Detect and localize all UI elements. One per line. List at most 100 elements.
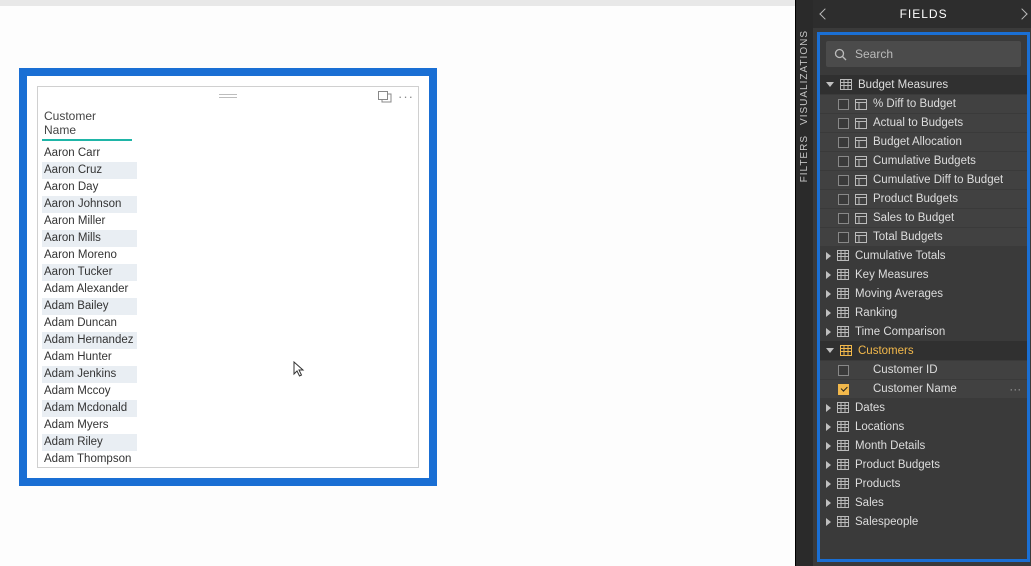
fields-field-item[interactable]: Customer ID··· bbox=[820, 360, 1027, 379]
table-row[interactable]: Aaron Moreno bbox=[42, 247, 137, 264]
fields-table-item[interactable]: Month Details bbox=[820, 436, 1027, 455]
field-checkbox[interactable] bbox=[838, 365, 849, 376]
table-row[interactable]: Adam Hernandez bbox=[42, 332, 137, 349]
table-label: Time Comparison bbox=[855, 326, 1021, 338]
visual-header[interactable]: ··· bbox=[38, 87, 418, 105]
fields-table-item[interactable]: Budget Measures bbox=[820, 75, 1027, 94]
fields-pane-body[interactable]: Budget Measures % Diff to Budget···Actual… bbox=[817, 32, 1030, 562]
table-row[interactable]: Adam Hunter bbox=[42, 349, 137, 366]
table-label: Products bbox=[855, 478, 1021, 490]
fields-field-item[interactable]: Cumulative Diff to Budget··· bbox=[820, 170, 1027, 189]
table-row[interactable]: Adam Thompson bbox=[42, 451, 137, 467]
fields-pane: FIELDS Budget Measures % Diff to Budget··… bbox=[813, 0, 1031, 566]
field-label: Total Budgets bbox=[873, 231, 1003, 243]
table-row[interactable]: Adam Bailey bbox=[42, 298, 137, 315]
expand-caret-icon[interactable] bbox=[826, 404, 831, 412]
expand-caret-icon[interactable] bbox=[826, 82, 834, 87]
fields-field-item[interactable]: % Diff to Budget··· bbox=[820, 94, 1027, 113]
table-row[interactable]: Adam Myers bbox=[42, 417, 137, 434]
field-checkbox[interactable] bbox=[838, 99, 849, 110]
fields-field-item[interactable]: Customer Name ··· bbox=[820, 379, 1027, 398]
focus-mode-icon[interactable] bbox=[378, 91, 392, 103]
column-header[interactable]: Customer Name bbox=[42, 105, 132, 141]
field-checkbox[interactable] bbox=[838, 175, 849, 186]
fields-table-item[interactable]: Key Measures bbox=[820, 265, 1027, 284]
drag-grip-icon[interactable] bbox=[219, 94, 237, 98]
field-more-icon[interactable]: ··· bbox=[1009, 382, 1021, 396]
fields-table-item[interactable]: Dates bbox=[820, 398, 1027, 417]
table-label: Customers bbox=[858, 345, 1021, 357]
table-row[interactable]: Adam Mccoy bbox=[42, 383, 137, 400]
fields-table-item[interactable]: Product Budgets bbox=[820, 455, 1027, 474]
expand-caret-icon[interactable] bbox=[826, 518, 831, 526]
field-checkbox[interactable] bbox=[838, 232, 849, 243]
table-row[interactable]: Aaron Johnson bbox=[42, 196, 137, 213]
table-row[interactable]: Aaron Day bbox=[42, 179, 137, 196]
fields-table-item[interactable]: Time Comparison bbox=[820, 322, 1027, 341]
fields-table-item[interactable]: Products bbox=[820, 474, 1027, 493]
fields-table-item[interactable]: Customers bbox=[820, 341, 1027, 360]
fields-table-item[interactable]: Cumulative Totals bbox=[820, 246, 1027, 265]
table-row[interactable]: Aaron Carr bbox=[42, 145, 137, 162]
table-row[interactable]: Aaron Miller bbox=[42, 213, 137, 230]
fields-field-item[interactable]: Sales to Budget··· bbox=[820, 208, 1027, 227]
expand-caret-icon[interactable] bbox=[826, 290, 831, 298]
field-checkbox[interactable] bbox=[838, 194, 849, 205]
field-checkbox[interactable] bbox=[838, 118, 849, 129]
table-label: Sales bbox=[855, 497, 1021, 509]
expand-caret-icon[interactable] bbox=[826, 442, 831, 450]
fields-pane-header[interactable]: FIELDS bbox=[813, 0, 1031, 28]
field-label: Customer Name bbox=[873, 383, 1003, 395]
table-label: Key Measures bbox=[855, 269, 1021, 281]
expand-caret-icon[interactable] bbox=[826, 423, 831, 431]
collapsed-panes-rail[interactable]: VISUALIZATIONS FILTERS bbox=[795, 0, 813, 566]
fields-search-input[interactable] bbox=[855, 47, 1013, 61]
fields-table-item[interactable]: Ranking bbox=[820, 303, 1027, 322]
table-label: Budget Measures bbox=[858, 79, 1021, 91]
chevron-right-icon[interactable] bbox=[1017, 8, 1028, 19]
visualizations-pane-toggle[interactable]: VISUALIZATIONS bbox=[799, 30, 810, 125]
filters-pane-toggle[interactable]: FILTERS bbox=[799, 135, 810, 182]
expand-caret-icon[interactable] bbox=[826, 252, 831, 260]
expand-caret-icon[interactable] bbox=[826, 328, 831, 336]
expand-caret-icon[interactable] bbox=[826, 461, 831, 469]
fields-field-item[interactable]: Total Budgets··· bbox=[820, 227, 1027, 246]
measure-icon bbox=[855, 174, 867, 186]
fields-field-item[interactable]: Budget Allocation··· bbox=[820, 132, 1027, 151]
table-row[interactable]: Adam Mcdonald bbox=[42, 400, 137, 417]
fields-table-item[interactable]: Salespeople bbox=[820, 512, 1027, 531]
field-checkbox[interactable] bbox=[838, 384, 849, 395]
chevron-left-icon[interactable] bbox=[819, 8, 830, 19]
table-body-scroll[interactable]: Customer Name Aaron CarrAaron CruzAaron … bbox=[38, 105, 418, 467]
expand-caret-icon[interactable] bbox=[826, 499, 831, 507]
table-visual[interactable]: ··· Customer Name Aaron CarrAaron CruzAa… bbox=[37, 86, 419, 468]
field-checkbox[interactable] bbox=[838, 156, 849, 167]
expand-caret-icon[interactable] bbox=[826, 480, 831, 488]
fields-search[interactable] bbox=[826, 41, 1021, 67]
fields-field-item[interactable]: Cumulative Budgets··· bbox=[820, 151, 1027, 170]
fields-field-item[interactable]: Product Budgets··· bbox=[820, 189, 1027, 208]
table-row[interactable]: Aaron Tucker bbox=[42, 264, 137, 281]
report-canvas[interactable]: ··· Customer Name Aaron CarrAaron CruzAa… bbox=[0, 6, 795, 566]
table-row[interactable]: Adam Jenkins bbox=[42, 366, 137, 383]
more-options-icon[interactable]: ··· bbox=[398, 89, 414, 104]
visual-selection-frame[interactable]: ··· Customer Name Aaron CarrAaron CruzAa… bbox=[19, 68, 437, 486]
field-checkbox[interactable] bbox=[838, 213, 849, 224]
fields-table-item[interactable]: Locations bbox=[820, 417, 1027, 436]
fields-field-item[interactable]: Actual to Budgets··· bbox=[820, 113, 1027, 132]
table-row[interactable]: Aaron Mills bbox=[42, 230, 137, 247]
table-row[interactable]: Adam Alexander bbox=[42, 281, 137, 298]
fields-table-item[interactable]: Sales bbox=[820, 493, 1027, 512]
fields-table-item[interactable]: Moving Averages bbox=[820, 284, 1027, 303]
table-row[interactable]: Aaron Cruz bbox=[42, 162, 137, 179]
table-icon bbox=[837, 497, 849, 509]
expand-caret-icon[interactable] bbox=[826, 348, 834, 353]
field-checkbox[interactable] bbox=[838, 137, 849, 148]
table-icon bbox=[837, 440, 849, 452]
expand-caret-icon[interactable] bbox=[826, 309, 831, 317]
table-icon bbox=[837, 402, 849, 414]
field-label: Cumulative Diff to Budget bbox=[873, 174, 1003, 186]
expand-caret-icon[interactable] bbox=[826, 271, 831, 279]
table-row[interactable]: Adam Duncan bbox=[42, 315, 137, 332]
table-row[interactable]: Adam Riley bbox=[42, 434, 137, 451]
